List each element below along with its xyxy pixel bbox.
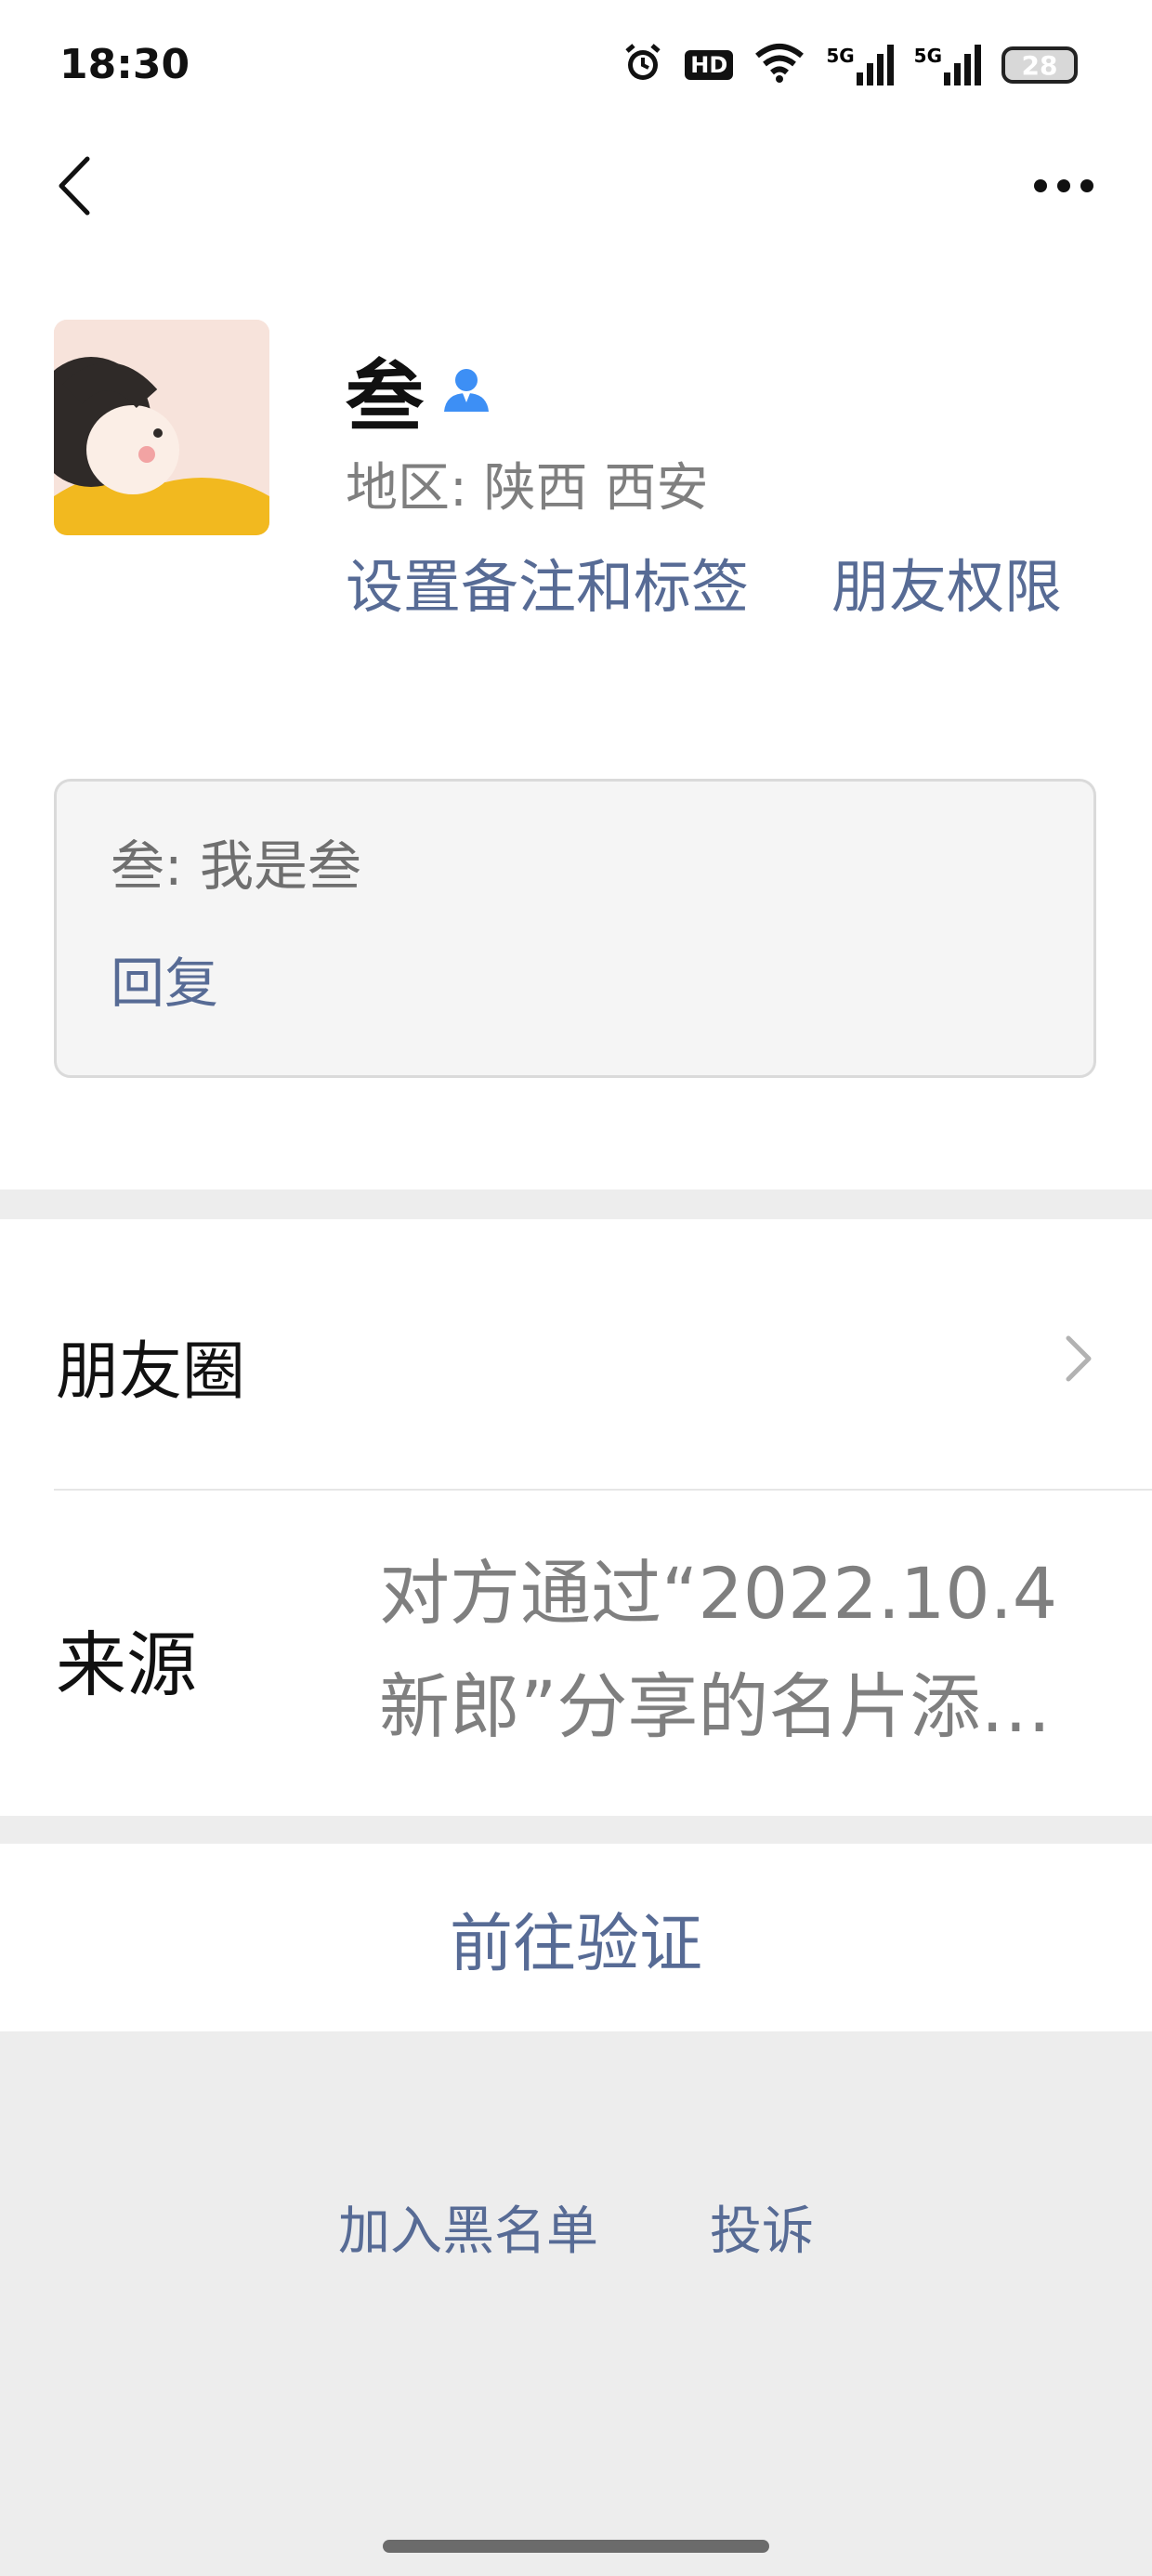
name-row: 叁	[346, 335, 492, 447]
signal-5g-icon: 5G	[826, 45, 894, 85]
go-verify-button[interactable]: 前往验证	[0, 1844, 1152, 2031]
top-nav	[0, 139, 1152, 288]
source-label: 来源	[56, 1623, 197, 1706]
reply-link[interactable]: 回复	[111, 940, 1040, 1018]
more-button[interactable]	[1013, 149, 1115, 223]
status-icons: HD 5G 5G 28	[622, 41, 1078, 89]
avatar[interactable]	[54, 320, 269, 535]
alarm-icon	[622, 42, 664, 88]
source-value: 对方通过“2022.10.4新郎”分享的名片添…	[379, 1552, 1058, 1748]
signal-5g-icon: 5G	[914, 45, 981, 85]
add-to-blacklist-link[interactable]: 加入黑名单	[338, 2189, 598, 2264]
hd-icon: HD	[685, 50, 734, 80]
contact-verify-page: 18:30 HD 5G 5G 28 叁 地区: 陕西 西安 设置备注和标签 朋友…	[0, 0, 1152, 2576]
contact-name: 叁	[346, 351, 425, 442]
back-button[interactable]	[37, 149, 111, 223]
greeting-message-box: 叁: 我是叁 回复	[54, 779, 1096, 1078]
friend-permission-link[interactable]: 朋友权限	[831, 544, 1073, 631]
info-list: 朋友圈 来源 对方通过“2022.10.4新郎”分享的名片添…	[0, 1219, 1152, 1816]
battery-icon: 28	[1001, 46, 1078, 84]
source-row: 来源 对方通过“2022.10.4新郎”分享的名片添…	[0, 1491, 1152, 1816]
chevron-right-icon	[1066, 1335, 1092, 1382]
ellipsis-icon	[1034, 179, 1093, 192]
report-link[interactable]: 投诉	[710, 2189, 814, 2264]
moments-label: 朋友圈	[56, 1335, 246, 1409]
status-time: 18:30	[59, 41, 190, 88]
bottom-links: 加入黑名单 投诉	[0, 2189, 1152, 2264]
person-badge-icon	[440, 363, 492, 419]
region-text: 地区: 陕西 西安	[346, 458, 709, 519]
verify-section: 前往验证	[0, 1844, 1152, 2031]
profile-card: 叁 地区: 陕西 西安 设置备注和标签 朋友权限 叁: 我是叁 回复	[0, 288, 1152, 1189]
set-remark-link[interactable]: 设置备注和标签	[346, 544, 782, 631]
greeting-message: 叁: 我是叁	[111, 835, 361, 898]
chevron-left-icon	[59, 156, 90, 216]
moments-row[interactable]: 朋友圈	[0, 1219, 1152, 1489]
home-indicator[interactable]	[383, 2540, 769, 2553]
status-bar: 18:30 HD 5G 5G 28	[0, 0, 1152, 139]
wifi-icon	[753, 43, 805, 87]
